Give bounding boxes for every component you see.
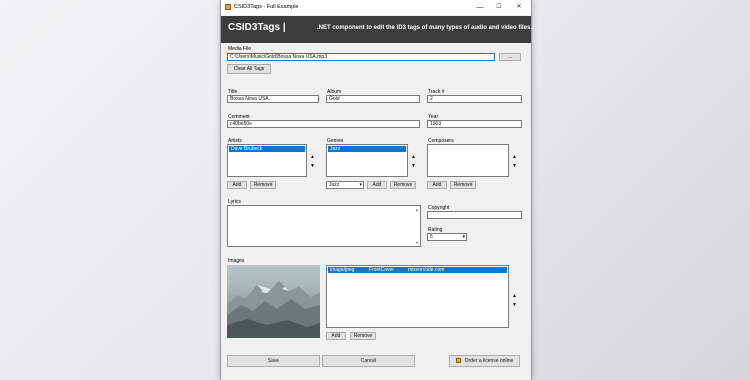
- cancel-button[interactable]: Cancel: [322, 355, 415, 367]
- genre-select-value: Jazz: [329, 182, 340, 188]
- chevron-down-icon: ▾: [462, 234, 465, 240]
- chevron-down-icon: ▾: [359, 182, 362, 188]
- composer-remove-button[interactable]: Remove: [450, 181, 476, 189]
- image-add-button[interactable]: Add: [326, 332, 346, 340]
- image-mime-cell: image/jpeg: [330, 267, 355, 273]
- track-input[interactable]: 2: [427, 95, 522, 103]
- image-move-down-button[interactable]: ▼: [511, 301, 518, 309]
- composers-list[interactable]: [427, 144, 509, 177]
- media-file-label: Media File: [228, 46, 252, 52]
- header-banner: CSID3Tags | .NET component to edit the I…: [221, 16, 533, 43]
- artist-remove-button[interactable]: Remove: [250, 181, 276, 189]
- clear-all-tags-button[interactable]: Clear All Tags: [227, 64, 271, 74]
- table-row[interactable]: image/jpeg FrontCover mixvorcode.com: [328, 267, 507, 273]
- title-input[interactable]: Bossa Nova USA: [227, 95, 319, 103]
- genre-remove-button[interactable]: Remove: [390, 181, 416, 189]
- lyrics-textarea[interactable]: ▲ ▼: [227, 205, 421, 247]
- window-title: CSID3Tags - Full Example: [234, 4, 299, 10]
- album-input[interactable]: Gold: [326, 95, 420, 103]
- genre-move-up-button[interactable]: ▲: [410, 153, 417, 161]
- scroll-up-icon[interactable]: ▲: [415, 207, 419, 212]
- year-input[interactable]: 1963: [427, 120, 522, 128]
- list-item[interactable]: Dave Brubeck: [229, 146, 305, 152]
- genre-move-down-button[interactable]: ▼: [410, 162, 417, 170]
- cover-image: [227, 265, 320, 338]
- artists-list[interactable]: Dave Brubeck: [227, 144, 307, 177]
- copyright-input[interactable]: [427, 211, 522, 219]
- composer-move-up-button[interactable]: ▲: [511, 153, 518, 161]
- comment-input[interactable]: c40be50e: [227, 120, 420, 128]
- artist-add-button[interactable]: Add: [227, 181, 247, 189]
- artist-move-up-button[interactable]: ▲: [309, 153, 316, 161]
- image-remove-button[interactable]: Remove: [350, 332, 376, 340]
- image-type-cell: FrontCover: [369, 267, 395, 273]
- images-list[interactable]: image/jpeg FrontCover mixvorcode.com: [326, 265, 509, 328]
- genres-list[interactable]: Jazz: [326, 144, 408, 177]
- images-label: Images: [228, 258, 245, 264]
- rating-select[interactable]: 5 ▾: [427, 233, 467, 241]
- license-icon: [455, 358, 461, 364]
- media-file-input[interactable]: C:\Users\Music\Gold\Bossa Nova USA.mp3: [227, 53, 495, 61]
- app-window: CSID3Tags - Full Example — ☐ ✕ CSID3Tags…: [220, 0, 533, 380]
- composer-add-button[interactable]: Add: [427, 181, 447, 189]
- artist-move-down-button[interactable]: ▼: [309, 162, 316, 170]
- browse-button[interactable]: ...: [499, 53, 521, 61]
- image-description-cell: mixvorcode.com: [408, 267, 445, 273]
- image-move-up-button[interactable]: ▲: [511, 292, 518, 300]
- rating-select-value: 5: [430, 234, 433, 240]
- genre-add-button[interactable]: Add: [367, 181, 387, 189]
- close-button[interactable]: ✕: [510, 2, 528, 13]
- order-license-button[interactable]: Order a license online: [449, 355, 520, 367]
- lyrics-text: [228, 206, 420, 208]
- list-item[interactable]: Jazz: [328, 146, 406, 152]
- composer-move-down-button[interactable]: ▼: [511, 162, 518, 170]
- title-bar[interactable]: CSID3Tags - Full Example — ☐ ✕: [221, 0, 531, 15]
- mountain-image: [227, 281, 320, 338]
- genre-select[interactable]: Jazz ▾: [326, 181, 364, 189]
- minimize-button[interactable]: —: [471, 2, 489, 13]
- save-button[interactable]: Save: [227, 355, 320, 367]
- banner-tagline: .NET component to edit the ID3 tags of m…: [317, 25, 533, 31]
- scroll-down-icon[interactable]: ▼: [415, 240, 419, 245]
- app-icon: [225, 4, 231, 10]
- banner-logo: CSID3Tags |: [228, 22, 286, 33]
- maximize-button[interactable]: ☐: [490, 2, 508, 13]
- order-license-label: Order a license online: [464, 358, 514, 364]
